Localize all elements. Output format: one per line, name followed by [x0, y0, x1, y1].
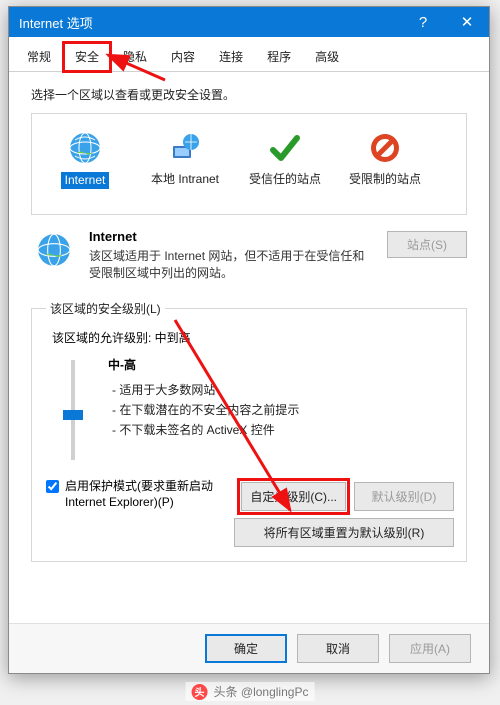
watermark-text: 头条 @longlingPc [214, 683, 309, 700]
titlebar: Internet 选项 ? ✕ [9, 7, 489, 37]
security-level-legend: 该区域的安全级别(L) [46, 300, 165, 317]
zone-intranet[interactable]: 本地 Intranet [142, 128, 228, 204]
tab-strip: 常规 安全 隐私 内容 连接 程序 高级 [9, 37, 489, 72]
sites-button[interactable]: 站点(S) [387, 231, 467, 258]
checkmark-icon [242, 128, 328, 168]
zone-restricted-label: 受限制的站点 [349, 172, 421, 187]
computer-globe-icon [142, 128, 228, 168]
apply-button[interactable]: 应用(A) [389, 634, 471, 663]
tab-security[interactable]: 安全 [63, 42, 111, 72]
help-button[interactable]: ? [401, 7, 445, 37]
watermark-icon: 头 [192, 684, 208, 700]
zones-list: Internet 本地 Intranet 受信任的站点 受限制的站点 [31, 113, 467, 215]
globe-icon [31, 229, 77, 269]
level-bullet: 在下载潜在的不安全内容之前提示 [112, 401, 454, 418]
zone-restricted[interactable]: 受限制的站点 [342, 128, 428, 204]
internet-options-dialog: Internet 选项 ? ✕ 常规 安全 隐私 内容 连接 程序 高级 选择一… [8, 6, 490, 674]
security-level-group: 该区域的安全级别(L) 该区域的允许级别: 中到高 中-高 适用于大多数网站 在… [31, 300, 467, 562]
prohibited-icon [342, 128, 428, 168]
protected-mode-checkbox[interactable] [46, 480, 59, 493]
instruction-text: 选择一个区域以查看或更改安全设置。 [31, 86, 467, 103]
level-name: 中-高 [108, 356, 454, 373]
level-bullet: 不下载未签名的 ActiveX 控件 [112, 421, 454, 438]
default-level-button[interactable]: 默认级别(D) [354, 482, 454, 511]
zone-detail: Internet 该区域适用于 Internet 网站，但不适用于在受信任和受限… [31, 229, 467, 282]
custom-level-button[interactable]: 自定义级别(C)... [241, 482, 346, 511]
reset-all-zones-button[interactable]: 将所有区域重置为默认级别(R) [234, 518, 454, 547]
tab-panel-security: 选择一个区域以查看或更改安全设置。 Internet 本地 Intranet 受… [9, 72, 489, 574]
protected-mode-label: 启用保护模式(要求重新启动 Internet Explorer)(P) [65, 478, 255, 510]
zone-detail-name: Internet [89, 229, 375, 244]
security-level-slider[interactable] [56, 354, 90, 460]
dialog-button-row: 确定 取消 应用(A) [9, 623, 489, 673]
watermark: 头 头条 @longlingPc [186, 682, 315, 701]
globe-icon [42, 128, 128, 168]
tab-advanced[interactable]: 高级 [303, 42, 351, 72]
tab-programs[interactable]: 程序 [255, 42, 303, 72]
allowed-levels-label: 该区域的允许级别: 中到高 [52, 329, 454, 346]
zone-internet[interactable]: Internet [42, 128, 128, 204]
zone-trusted-label: 受信任的站点 [249, 172, 321, 187]
ok-button[interactable]: 确定 [205, 634, 287, 663]
cancel-button[interactable]: 取消 [297, 634, 379, 663]
zone-internet-label: Internet [61, 172, 110, 189]
level-description: 中-高 适用于大多数网站 在下载潜在的不安全内容之前提示 不下载未签名的 Act… [108, 354, 454, 460]
tab-privacy[interactable]: 隐私 [111, 42, 159, 72]
close-button[interactable]: ✕ [445, 7, 489, 37]
window-title: Internet 选项 [19, 13, 401, 32]
tab-content[interactable]: 内容 [159, 42, 207, 72]
slider-track [71, 360, 75, 460]
tab-connections[interactable]: 连接 [207, 42, 255, 72]
tab-general[interactable]: 常规 [15, 42, 63, 72]
slider-thumb[interactable] [63, 410, 83, 420]
zone-intranet-label: 本地 Intranet [151, 172, 219, 187]
zone-trusted[interactable]: 受信任的站点 [242, 128, 328, 204]
zone-detail-desc: 该区域适用于 Internet 网站，但不适用于在受信任和受限制区域中列出的网站… [89, 248, 375, 282]
level-bullet: 适用于大多数网站 [112, 381, 454, 398]
